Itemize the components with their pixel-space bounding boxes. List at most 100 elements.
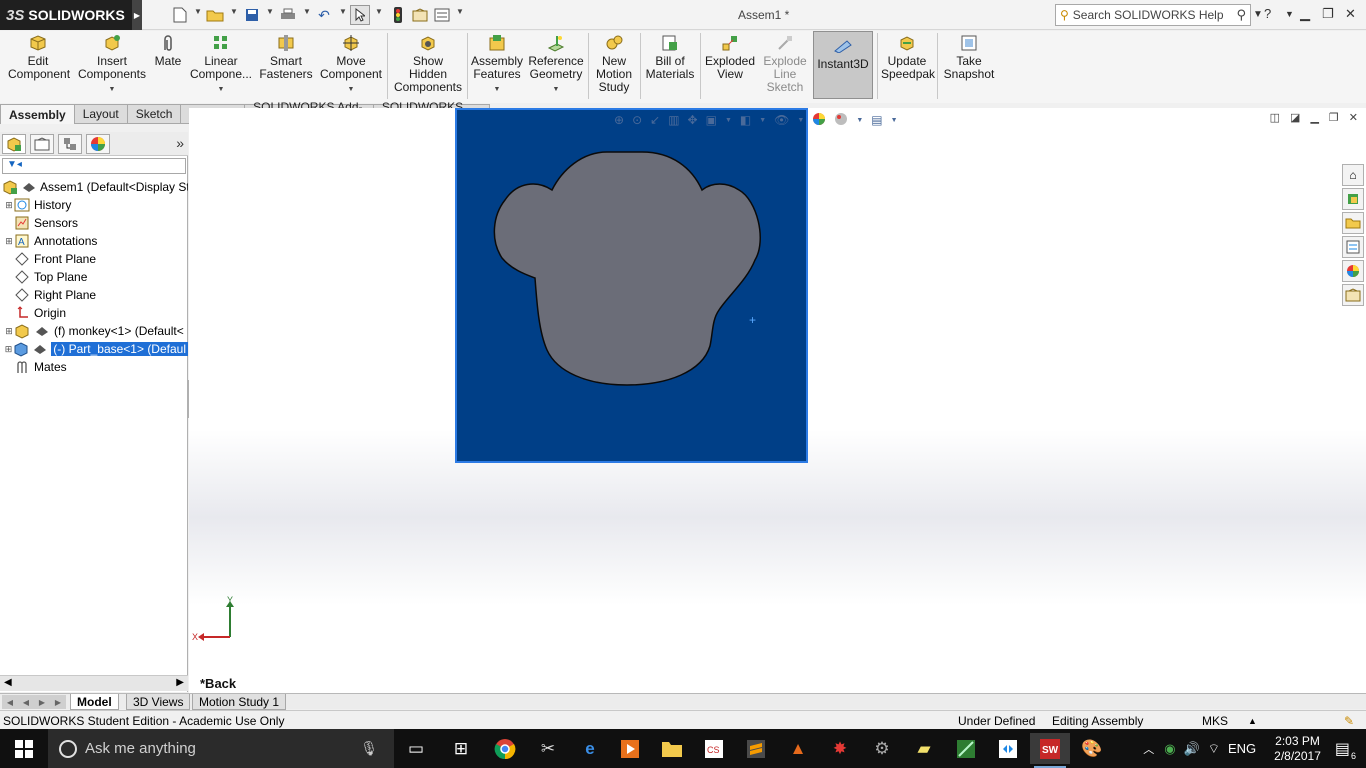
green-app-icon[interactable]	[946, 733, 986, 764]
unit-system-selector[interactable]: MKS	[1202, 714, 1228, 728]
graphics-area[interactable]: + ⊕ ⊙ ↙ ▥ ✥ ▣ ▼ ◧ ▼ 👁 ▼ ▼ ▤ ▼ ◫ ◪ ▁ ❐ ✕ …	[189, 108, 1366, 693]
bill-of-materials-button[interactable]: Bill of Materials	[643, 33, 697, 81]
tab-model[interactable]: Model	[70, 694, 119, 710]
reference-geometry-dropdown-icon[interactable]: ▼	[553, 83, 560, 96]
part-base-plate[interactable]	[455, 108, 808, 463]
chrome-icon[interactable]	[485, 733, 525, 764]
select-dropdown-icon[interactable]: ▼	[375, 7, 383, 16]
new-document-icon[interactable]	[170, 5, 190, 25]
edge-icon[interactable]: e	[570, 733, 610, 764]
tree-item-right-plane[interactable]: Right Plane	[0, 286, 188, 304]
appearances-scenes-icon[interactable]	[1342, 260, 1364, 282]
configuration-manager-icon[interactable]	[58, 134, 82, 154]
tree-item-component-monkey[interactable]: ⊞ (f) monkey<1> (Default<	[0, 322, 188, 340]
solidworks-resources-home-icon[interactable]: ⌂	[1342, 164, 1364, 186]
help-question-icon[interactable]: ?	[1264, 6, 1271, 21]
visual-studio-icon[interactable]	[988, 733, 1028, 764]
edit-component-button[interactable]: Edit Component	[6, 33, 70, 81]
last-tab-arrow-icon[interactable]: ▶	[55, 698, 61, 707]
scroll-right-arrow-icon[interactable]: ▶	[176, 677, 184, 688]
open-folder-icon[interactable]	[205, 5, 225, 25]
monkey-part-shape[interactable]	[457, 110, 806, 461]
tab-3d-views[interactable]: 3D Views	[126, 694, 191, 710]
display-style-icon[interactable]: ◧	[740, 113, 751, 127]
clock[interactable]: 2:03 PM 2/8/2017	[1274, 734, 1321, 764]
tree-item-front-plane[interactable]: Front Plane	[0, 250, 188, 268]
move-component-dropdown-icon[interactable]: ▼	[348, 83, 355, 96]
expand-plus-icon[interactable]: ⊞	[4, 326, 14, 337]
new-dropdown-icon[interactable]: ▼	[194, 7, 202, 16]
expand-plus-icon[interactable]: ⊞	[4, 236, 14, 247]
exploded-view-button[interactable]: Exploded View	[703, 33, 757, 81]
prev-tab-arrow-icon[interactable]: ◀	[23, 698, 29, 707]
feature-tree-horizontal-scrollbar[interactable]: ◀ ▶	[0, 675, 188, 691]
design-library-icon[interactable]	[1342, 188, 1364, 210]
doc-close-icon[interactable]: ✕	[1349, 111, 1358, 124]
tab-assembly[interactable]: Assembly	[0, 104, 75, 124]
tab-motion-study-1[interactable]: Motion Study 1	[192, 694, 287, 710]
sticky-notes-icon[interactable]: ▰	[904, 733, 944, 764]
property-manager-icon[interactable]	[30, 134, 54, 154]
status-notification-icon[interactable]: ✎	[1344, 714, 1354, 728]
cortana-search-box[interactable]: Ask me anything 🎙	[48, 729, 394, 768]
solidworks-logo[interactable]: 3S SOLIDWORKS	[0, 0, 132, 30]
store-icon[interactable]: ⊞	[441, 733, 481, 764]
paint-icon[interactable]: 🎨	[1072, 733, 1112, 764]
first-tab-arrow-icon[interactable]: ◀	[7, 698, 13, 707]
tree-item-top-plane[interactable]: Top Plane	[0, 268, 188, 286]
update-speedpak-button[interactable]: Update Speedpak	[880, 33, 935, 81]
tree-item-sensors[interactable]: Sensors	[0, 214, 188, 232]
zoom-to-area-icon[interactable]: ⊙	[632, 113, 642, 127]
red-app-icon[interactable]: ✸	[820, 733, 860, 764]
hide-show-dropdown-icon[interactable]: ▼	[797, 117, 804, 124]
take-snapshot-button[interactable]: Take Snapshot	[941, 33, 997, 81]
unit-system-up-arrow-icon[interactable]: ▲	[1248, 716, 1257, 726]
cs-badge-app-icon[interactable]: CS	[694, 733, 734, 764]
new-motion-study-button[interactable]: New Motion Study	[591, 33, 637, 94]
mate-button[interactable]: Mate	[152, 33, 184, 68]
reference-geometry-button[interactable]: Reference Geometry ▼	[527, 33, 585, 96]
explode-line-sketch-button[interactable]: Explode Line Sketch	[760, 33, 810, 94]
more-tabs-chevron-icon[interactable]: »	[176, 135, 184, 151]
expand-plus-icon[interactable]: ⊞	[4, 344, 13, 355]
display-manager-icon[interactable]	[86, 134, 110, 154]
tree-item-annotations[interactable]: ⊞ A Annotations	[0, 232, 188, 250]
linear-component-dropdown-icon[interactable]: ▼	[218, 83, 225, 96]
dynamic-annotation-views-icon[interactable]: ✥	[688, 113, 698, 127]
print-icon[interactable]	[278, 5, 298, 25]
insert-components-button[interactable]: Insert Components ▼	[76, 33, 148, 96]
tree-item-mates[interactable]: Mates	[0, 358, 188, 376]
undo-icon[interactable]: ↶	[314, 5, 334, 25]
show-hidden-icons-chevron-icon[interactable]: ︿	[1143, 741, 1154, 757]
smart-fasteners-button[interactable]: Smart Fasteners	[258, 33, 314, 81]
apply-scene-icon[interactable]	[834, 112, 848, 129]
tree-item-assembly-root[interactable]: Assem1 (Default<Display St	[0, 178, 188, 196]
linear-component-pattern-button[interactable]: Linear Compone... ▼	[188, 33, 254, 96]
scroll-left-arrow-icon[interactable]: ◀	[4, 677, 12, 688]
windows-start-button[interactable]	[0, 729, 48, 768]
view-settings-icon[interactable]: ▤	[871, 113, 882, 127]
media-player-icon[interactable]	[610, 733, 650, 764]
tab-layout[interactable]: Layout	[74, 104, 128, 124]
view-orientation-icon[interactable]: ▣	[706, 113, 717, 127]
options-dropdown-icon[interactable]: ▼	[456, 7, 464, 16]
wifi-icon[interactable]: ⌔	[1208, 741, 1220, 757]
apply-scene-dropdown-icon[interactable]: ▼	[856, 117, 863, 124]
print-dropdown-icon[interactable]: ▼	[303, 7, 311, 16]
tab-navigation-arrows[interactable]: ◀ ◀ ▶ ▶	[2, 695, 66, 709]
file-explorer-folder-icon[interactable]	[1342, 212, 1364, 234]
view-palette-icon[interactable]	[1342, 236, 1364, 258]
tile-right-icon[interactable]: ◪	[1290, 111, 1300, 124]
network-globe-icon[interactable]: ◉	[1164, 741, 1175, 757]
select-cursor-icon[interactable]	[350, 5, 370, 25]
solidworks-2015-taskbar-icon[interactable]: SW	[1030, 733, 1070, 768]
minimize-window-icon[interactable]: ▁	[1300, 6, 1310, 22]
move-component-button[interactable]: Move Component ▼	[318, 33, 384, 96]
next-tab-arrow-icon[interactable]: ▶	[39, 698, 45, 707]
feature-tree-filter-input[interactable]: ▼◂	[2, 158, 186, 174]
tree-item-component-part-base[interactable]: ⊞ (-) Part_base<1> (Defaul	[0, 340, 188, 358]
microphone-icon[interactable]: 🎙	[360, 740, 378, 757]
save-icon[interactable]	[242, 5, 262, 25]
hardware-app-icon[interactable]: ⚙	[862, 733, 902, 764]
action-center-icon[interactable]: ▤ 6	[1335, 739, 1356, 761]
